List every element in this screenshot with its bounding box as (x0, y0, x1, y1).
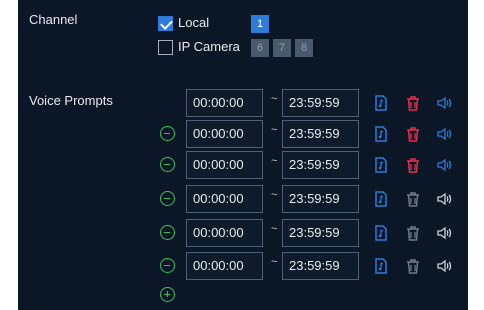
channel-label: Channel (29, 12, 78, 27)
end-time-input[interactable]: 23:59:59 (282, 89, 359, 117)
ip-channel-6[interactable]: 6 (251, 39, 269, 57)
audio-file-icon[interactable] (374, 191, 388, 207)
audio-file-icon[interactable] (374, 157, 388, 173)
audio-file-icon[interactable] (374, 258, 388, 274)
ip-camera-label: IP Camera (178, 39, 240, 54)
audio-file-icon[interactable] (374, 95, 388, 111)
speaker-icon[interactable] (437, 126, 453, 142)
start-time-input[interactable]: 00:00:00 (186, 185, 263, 213)
end-time-input[interactable]: 23:59:59 (282, 252, 359, 280)
prompt-row: 00:00:00 ~ 23:59:59 (18, 120, 468, 148)
time-separator: ~ (271, 223, 278, 235)
voice-prompt-settings-panel: Channel Local 1 IP Camera 6 7 8 Voice Pr… (18, 0, 468, 310)
trash-icon (407, 259, 419, 274)
minus-circle-icon[interactable] (160, 126, 175, 141)
end-time-input[interactable]: 23:59:59 (282, 151, 359, 179)
ip-camera-checkbox[interactable] (158, 40, 173, 55)
local-label: Local (178, 15, 210, 30)
trash-icon (407, 226, 419, 241)
start-time-input[interactable]: 00:00:00 (186, 89, 263, 117)
audio-file-icon[interactable] (374, 225, 388, 241)
minus-circle-icon[interactable] (160, 258, 175, 273)
audio-file-icon[interactable] (374, 126, 388, 142)
end-time-input[interactable]: 23:59:59 (282, 120, 359, 148)
prompt-row: 00:00:00 ~ 23:59:59 (18, 151, 468, 179)
local-checkbox[interactable] (158, 16, 173, 31)
minus-circle-icon[interactable] (160, 225, 175, 240)
speaker-icon[interactable] (437, 258, 453, 274)
speaker-icon[interactable] (437, 157, 453, 173)
end-time-input[interactable]: 23:59:59 (282, 185, 359, 213)
start-time-input[interactable]: 00:00:00 (186, 120, 263, 148)
prompt-row: 00:00:00 ~ 23:59:59 (18, 252, 468, 280)
start-time-input[interactable]: 00:00:00 (186, 151, 263, 179)
time-separator: ~ (271, 189, 278, 201)
start-time-input[interactable]: 00:00:00 (186, 219, 263, 247)
minus-circle-icon[interactable] (160, 157, 175, 172)
time-separator: ~ (271, 256, 278, 268)
time-separator: ~ (271, 155, 278, 167)
prompt-row: 00:00:00 ~ 23:59:59 (18, 89, 468, 117)
speaker-icon[interactable] (437, 95, 453, 111)
ip-channel-7[interactable]: 7 (273, 39, 291, 57)
time-separator: ~ (271, 93, 278, 105)
ip-channel-8[interactable]: 8 (295, 39, 313, 57)
trash-icon[interactable] (406, 95, 420, 111)
speaker-icon[interactable] (437, 225, 453, 241)
start-time-input[interactable]: 00:00:00 (186, 252, 263, 280)
speaker-icon[interactable] (437, 191, 453, 207)
local-channel-1[interactable]: 1 (251, 15, 269, 33)
trash-icon (407, 192, 419, 207)
prompt-row: 00:00:00 ~ 23:59:59 (18, 219, 468, 247)
time-separator: ~ (271, 124, 278, 136)
trash-icon[interactable] (406, 157, 420, 173)
prompt-row: 00:00:00 ~ 23:59:59 (18, 185, 468, 213)
trash-icon[interactable] (406, 126, 420, 142)
plus-circle-icon[interactable] (160, 287, 175, 302)
end-time-input[interactable]: 23:59:59 (282, 219, 359, 247)
minus-circle-icon[interactable] (160, 191, 175, 206)
